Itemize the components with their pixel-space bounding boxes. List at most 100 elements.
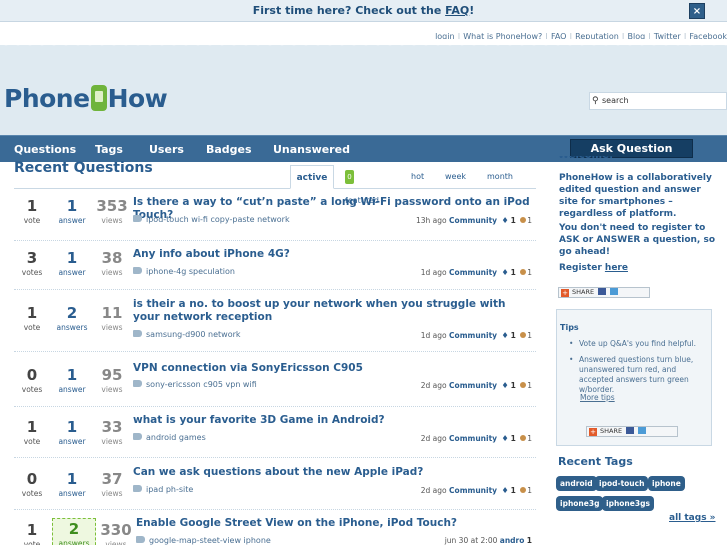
register-link[interactable]: here — [605, 263, 628, 273]
question-tags: sony-ericsson c905 vpn wifi — [133, 380, 257, 389]
tips-box: Tips Vote up Q&A's you find helpful. Ans… — [556, 309, 712, 446]
sort-tab-month[interactable]: month — [487, 165, 513, 189]
tag-list[interactable]: ipod-touch wi-fi copy-paste network — [146, 215, 290, 224]
tab-questions[interactable]: Questions — [14, 136, 76, 163]
question-title[interactable]: Enable Google Street View on the iPhone,… — [136, 517, 536, 530]
all-tags-link[interactable]: all tags » — [669, 513, 716, 523]
vote-count: 1 vote — [23, 197, 41, 225]
reputation: 1 — [510, 486, 516, 495]
faq-link[interactable]: FAQ — [445, 4, 469, 17]
tips-heading: Tips — [560, 323, 579, 332]
tag-list[interactable]: samsung-d900 network — [146, 330, 241, 339]
reputation: 1 — [510, 216, 516, 225]
question-meta: jun 30 at 2:00 andro 1 — [445, 536, 532, 545]
tab-unanswered[interactable]: Unanswered — [273, 136, 350, 163]
share-button[interactable]: SHARE — [558, 287, 650, 298]
reputation: 1 — [510, 434, 516, 443]
bronze-badge-icon — [520, 435, 527, 441]
tag-android[interactable]: android — [556, 476, 597, 491]
view-count: 37 views — [101, 470, 123, 498]
time-ago: 1d ago — [420, 331, 447, 340]
tab-tags[interactable]: Tags — [95, 136, 123, 163]
question-row: 1 vote 1 answer 353 views Is there a way to… — [14, 196, 536, 241]
tag-list[interactable]: sony-ericsson c905 vpn wifi — [146, 380, 257, 389]
tag-list[interactable]: ipad ph-site — [146, 485, 193, 494]
more-tips-link[interactable]: More tips — [580, 393, 615, 402]
tip-item: Answered questions turn blue, unanswered… — [569, 355, 705, 395]
tips-list: Vote up Q&A's you find helpful. Answered… — [569, 339, 705, 401]
question-title[interactable]: is their a no. to boost up your network … — [133, 298, 533, 324]
register-note: You don't need to register to ASK or ANS… — [559, 223, 716, 257]
search-icon: ⚲ — [592, 96, 599, 106]
tag-list[interactable]: google-map-steet-view iphone — [149, 536, 271, 545]
question-row: 0 votes 1 answer 37 views Can we ask questi… — [14, 466, 536, 510]
intro-text: PhoneHow is a collaboratively edited que… — [559, 173, 712, 219]
tag-iphone3g[interactable]: iphone3g — [556, 496, 604, 511]
search-input[interactable]: ⚲ search — [589, 92, 727, 110]
sort-tab-week[interactable]: week — [445, 165, 466, 189]
share-button[interactable]: SHARE — [586, 426, 678, 437]
question-title[interactable]: Can we ask questions about the new Apple… — [133, 466, 533, 479]
question-row: 1 vote 1 answer 33 views what is your favor… — [14, 414, 536, 458]
search-value: search — [602, 96, 629, 105]
question-meta: 13h ago Community ♦ 1 1 — [416, 216, 532, 225]
view-count: 95 views — [101, 366, 123, 394]
tag-list[interactable]: iphone-4g speculation — [146, 267, 235, 276]
view-count: 38 views — [101, 249, 123, 277]
bronze-badge-icon — [520, 217, 527, 223]
question-row: 1 vote 2 answers 330 views Enable Google St… — [14, 517, 536, 545]
view-count: 330 views — [100, 521, 132, 545]
question-title[interactable]: Any info about iPhone 4G? — [133, 248, 533, 261]
question-meta: 2d ago Community ♦ 1 1 — [421, 486, 532, 495]
user-link[interactable]: andro — [500, 536, 525, 545]
bronze-badge-icon — [520, 332, 527, 338]
user-link[interactable]: Community — [449, 486, 497, 495]
moderator-diamond-icon: ♦ — [501, 434, 509, 443]
site-logo[interactable]: Phone How — [4, 84, 168, 113]
badge-count: 1 — [527, 381, 532, 390]
question-tags: google-map-steet-view iphone — [136, 536, 271, 545]
sort-tab-hot[interactable]: hot — [411, 165, 424, 189]
tab-users[interactable]: Users — [149, 136, 184, 163]
view-count: 33 views — [101, 418, 123, 446]
register-line: Register here — [559, 262, 719, 274]
time-ago: 2d ago — [420, 434, 447, 443]
answer-count: 1 answer — [58, 249, 86, 277]
tag-iphone3gs[interactable]: iphone3gs — [602, 496, 654, 511]
badge-count: 1 — [527, 268, 532, 277]
question-title[interactable]: what is your favorite 3D Game in Android… — [133, 414, 533, 427]
question-title[interactable]: VPN connection via SonyEricsson C905 — [133, 362, 533, 375]
question-meta: 2d ago Community ♦ 1 1 — [421, 434, 532, 443]
share-label: SHARE — [572, 288, 595, 296]
tag-list[interactable]: android games — [146, 433, 206, 442]
accepted-answer-count: 2 answers — [52, 518, 96, 545]
sort-tab-active[interactable]: active — [290, 165, 334, 189]
tag-iphone[interactable]: iphone — [648, 476, 685, 491]
time-ago: 13h ago — [416, 216, 447, 225]
sort-tab-featured[interactable]: 0featured — [345, 165, 379, 205]
time-ago: 2d ago — [420, 381, 447, 390]
user-link[interactable]: Community — [449, 268, 497, 277]
tag-icon — [133, 215, 142, 222]
user-link[interactable]: Community — [449, 381, 497, 390]
tab-badges[interactable]: Badges — [206, 136, 252, 163]
facebook-icon — [626, 427, 635, 434]
facebook-icon — [598, 288, 607, 295]
answer-count: 2 answers — [56, 304, 88, 332]
user-link[interactable]: Community — [449, 216, 497, 225]
featured-count-badge: 0 — [345, 169, 354, 184]
user-link[interactable]: Community — [449, 434, 497, 443]
close-icon[interactable]: × — [689, 3, 705, 19]
question-row: 3 votes 1 answer 38 views Any info about iP… — [14, 248, 536, 290]
answer-count: 1 answer — [58, 418, 86, 446]
badge-count: 1 — [527, 216, 532, 225]
view-count: 11 views — [101, 304, 123, 332]
tag-ipod-touch[interactable]: ipod-touch — [595, 476, 649, 491]
user-link[interactable]: Community — [449, 331, 497, 340]
badge-count: 1 — [527, 486, 532, 495]
phone-icon — [90, 85, 107, 111]
vote-count: 3 votes — [21, 249, 43, 277]
question-tags: android games — [133, 433, 206, 442]
twitter-icon — [610, 288, 619, 295]
reputation: 1 — [510, 331, 516, 340]
